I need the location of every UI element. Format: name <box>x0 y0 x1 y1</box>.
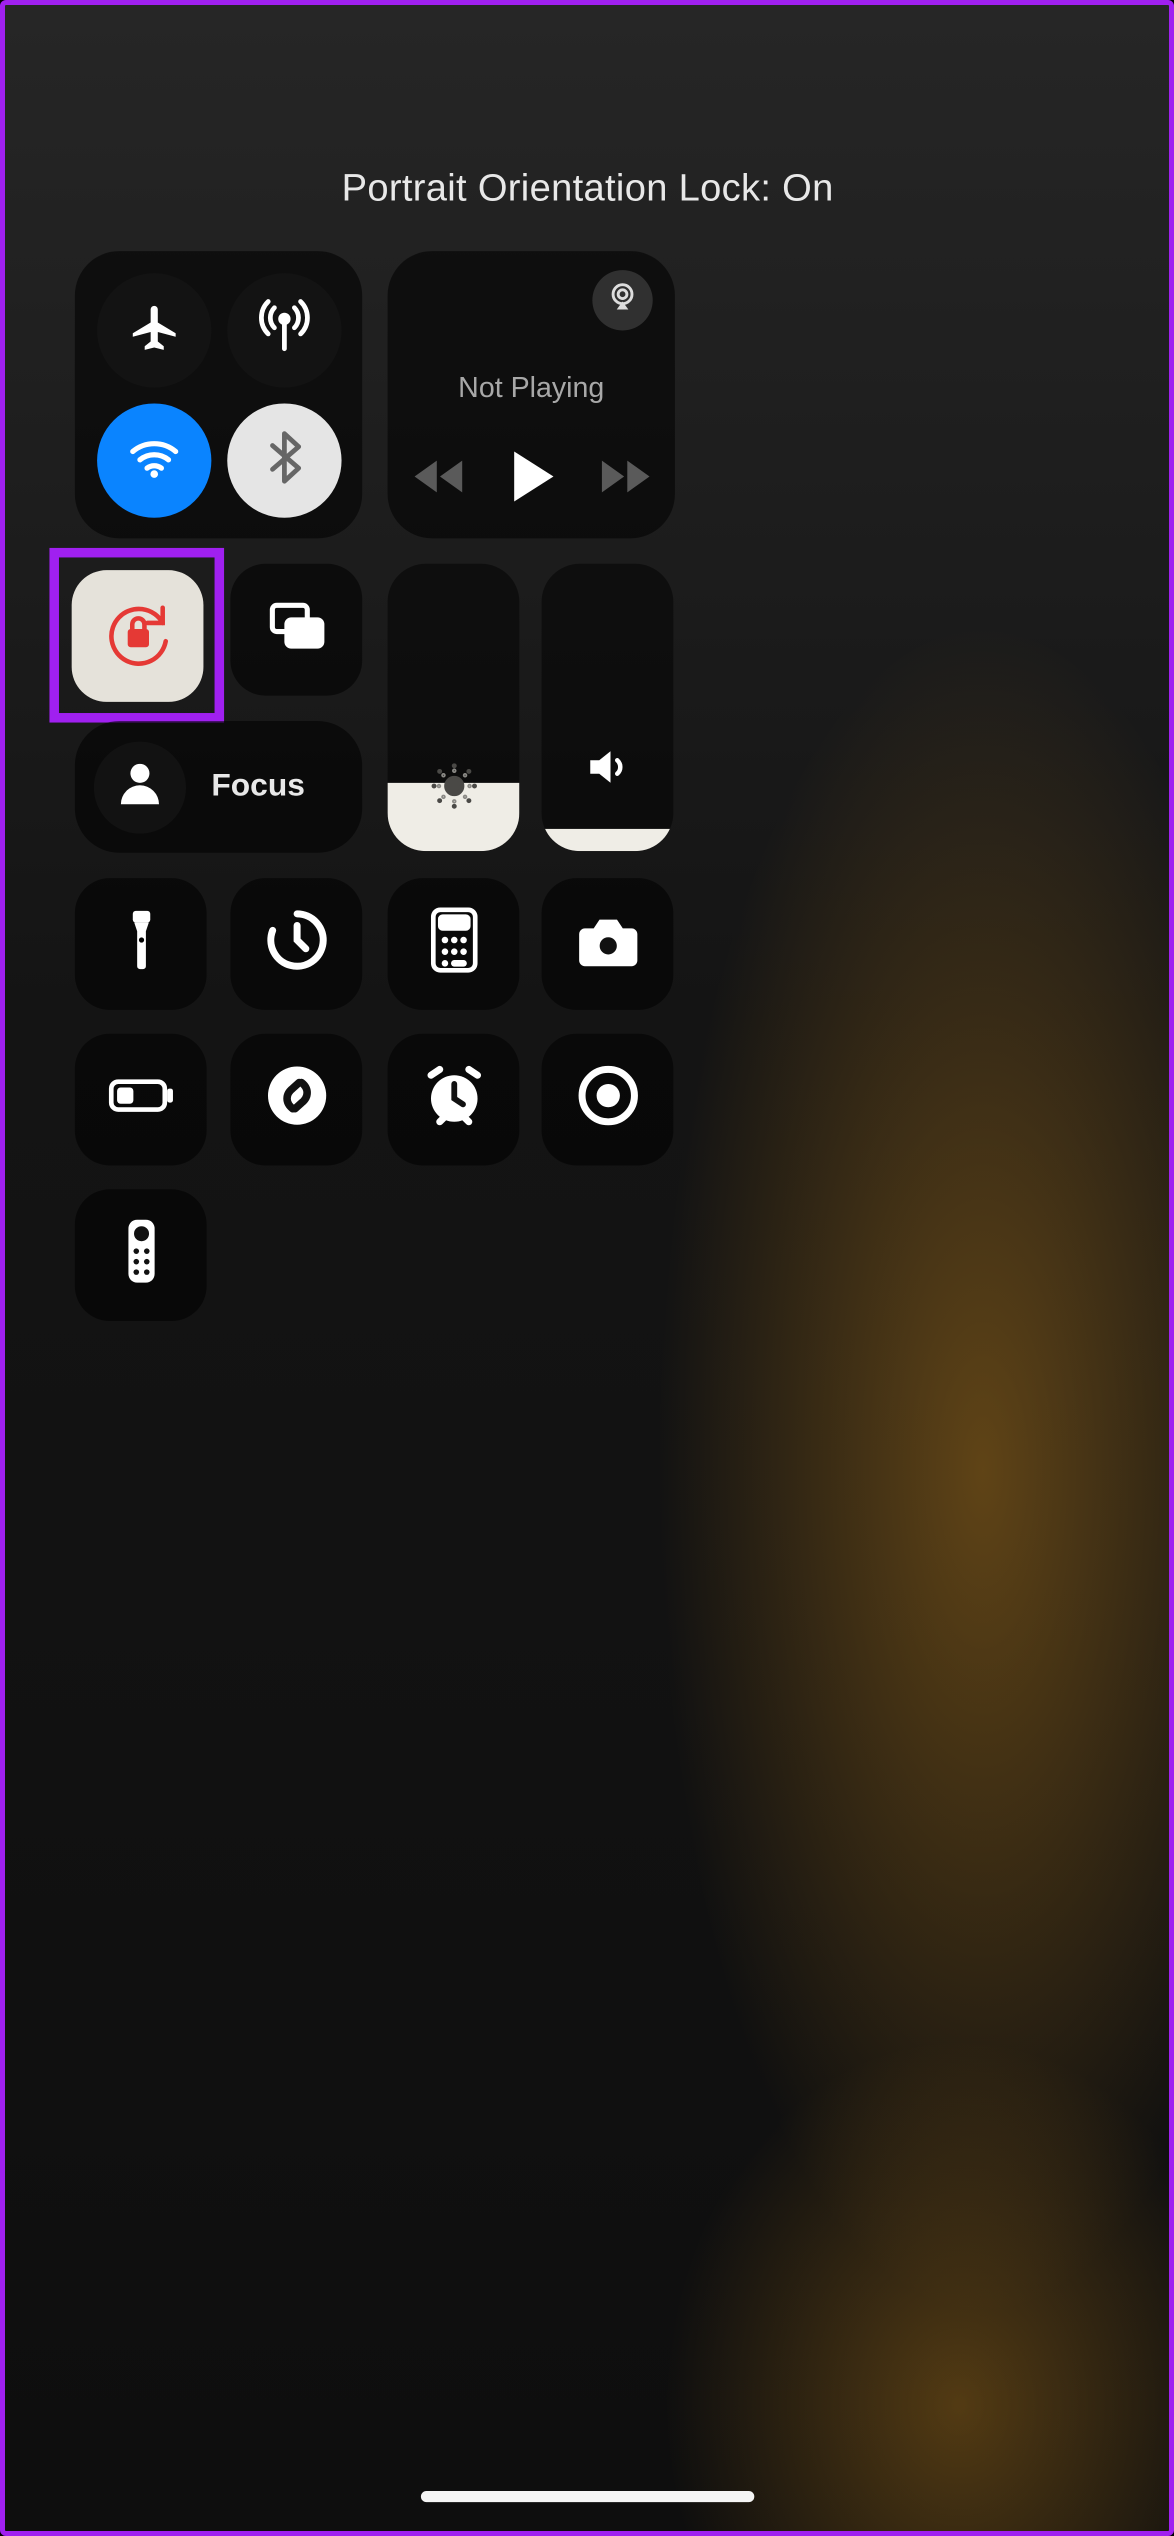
airplay-button[interactable] <box>592 270 652 330</box>
focus-label: Focus <box>211 769 305 806</box>
fastforward-button[interactable] <box>598 456 652 497</box>
wifi-icon <box>126 428 183 493</box>
status-title: Portrait Orientation Lock: On <box>5 167 1170 211</box>
airplane-mode-button[interactable] <box>97 273 211 387</box>
alarm-button[interactable] <box>388 1034 520 1166</box>
orientation-lock-button[interactable] <box>72 570 204 702</box>
connectivity-card[interactable] <box>75 251 362 538</box>
antenna-icon <box>256 298 313 363</box>
cellular-data-button[interactable] <box>227 273 341 387</box>
timer-button[interactable] <box>230 878 362 1010</box>
calculator-button[interactable] <box>388 878 520 1010</box>
brightness-fill <box>388 782 520 851</box>
media-transport <box>388 437 675 516</box>
control-center-screen: Portrait Orientation Lock: On <box>0 0 1174 2536</box>
low-power-mode-button[interactable] <box>75 1034 207 1166</box>
camera-icon <box>573 905 643 983</box>
calculator-icon <box>419 905 489 983</box>
volume-fill <box>542 828 674 851</box>
flashlight-icon <box>106 905 176 983</box>
alarm-icon <box>419 1061 489 1139</box>
orientation-lock-highlight <box>49 548 224 723</box>
home-indicator[interactable] <box>421 2491 754 2502</box>
airplane-icon <box>126 298 183 363</box>
apple-tv-remote-button[interactable] <box>75 1189 207 1321</box>
focus-avatar <box>94 741 186 833</box>
rectangles-icon <box>261 591 331 669</box>
bluetooth-icon <box>256 428 313 493</box>
apple-tv-remote-icon <box>106 1216 176 1294</box>
brightness-slider[interactable] <box>388 564 520 851</box>
rewind-button[interactable] <box>411 456 465 497</box>
wifi-button[interactable] <box>97 403 211 517</box>
now-playing-label: Not Playing <box>388 372 675 405</box>
shazam-icon <box>261 1061 331 1139</box>
camera-button[interactable] <box>542 878 674 1010</box>
bluetooth-button[interactable] <box>227 403 341 517</box>
focus-button[interactable]: Focus <box>75 721 362 853</box>
orientation-lock-icon <box>101 596 174 677</box>
record-icon <box>573 1061 643 1139</box>
volume-slider[interactable] <box>542 564 674 851</box>
airplay-icon <box>605 279 640 322</box>
person-icon <box>111 754 168 819</box>
play-button[interactable] <box>506 448 557 505</box>
media-card[interactable]: Not Playing <box>388 251 675 538</box>
screen-mirroring-button[interactable] <box>230 564 362 696</box>
flashlight-button[interactable] <box>75 878 207 1010</box>
screen-record-button[interactable] <box>542 1034 674 1166</box>
battery-icon <box>106 1061 176 1139</box>
timer-icon <box>261 905 331 983</box>
shazam-button[interactable] <box>230 1034 362 1166</box>
speaker-icon <box>542 740 674 794</box>
